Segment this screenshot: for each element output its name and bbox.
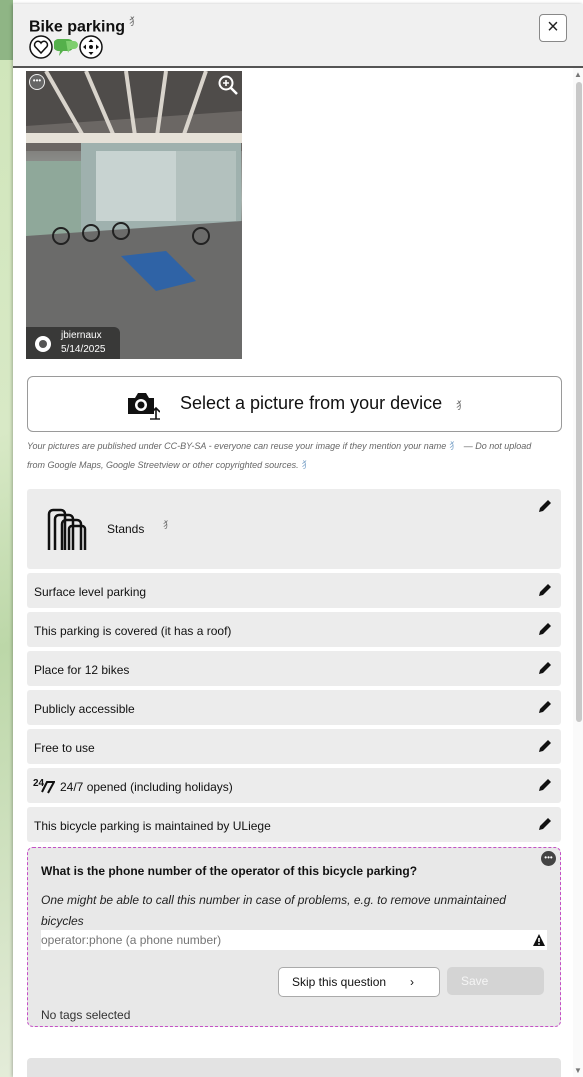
panel-content: ••• jbiernaux 5/14/2025 Select a picture… [13,68,573,1077]
translate-icon[interactable]: ⺨ [449,441,458,451]
attribute-label: Publicly accessible [34,702,135,716]
zoom-in-icon[interactable] [217,74,239,96]
heart-icon[interactable] [29,35,53,59]
license-text: Your pictures are published under CC-BY-… [27,441,447,451]
scrollbar[interactable]: ▲ ▼ [573,68,583,1077]
pencil-icon[interactable] [537,498,553,514]
photo-author: jbiernaux [61,330,102,341]
upload-picture-button[interactable]: Select a picture from your device ⺨ [27,376,562,432]
map-background [0,0,13,1077]
skip-question-button[interactable]: Skip this question › [278,967,440,997]
attribute-row-covered[interactable]: This parking is covered (it has a roof) [27,612,561,647]
attribute-label: This bicycle parking is maintained by UL… [34,819,271,833]
attribute-row-fee[interactable]: Free to use [27,729,561,764]
scroll-down-icon[interactable]: ▼ [574,1066,582,1075]
panel-title: Bike parking ⺨ [29,13,139,36]
skip-label: Skip this question [292,975,387,989]
tags-status: No tags selected [41,1008,131,1022]
pencil-icon[interactable] [537,738,553,754]
header-icons [29,35,103,59]
attribute-label: Place for 12 bikes [34,663,130,677]
pencil-icon[interactable] [537,660,553,676]
question-box: ••• What is the phone number of the oper… [27,847,561,1027]
feature-panel: Bike parking ⺨ × ••• jbiernaux 5/14/2025… [13,4,583,1077]
license-text-2: from Google Maps, Google Streetview or o… [27,460,299,470]
question-options-icon[interactable]: ••• [541,851,556,866]
attribute-label: This parking is covered (it has a roof) [34,624,232,638]
attribute-row-stands[interactable]: Stands ⺨ [27,489,561,569]
pencil-icon[interactable] [537,777,553,793]
translate-icon[interactable]: ⺨ [163,518,172,531]
attribute-row-opening-hours[interactable]: 24 24/7 opened (including holidays) [27,768,561,803]
translate-icon[interactable]: ⺨ [129,17,139,28]
attribute-row-access[interactable]: Publicly accessible [27,690,561,725]
translate-icon[interactable]: ⺨ [302,460,311,470]
photo-options-icon[interactable]: ••• [29,74,45,90]
panoramax-icon [35,336,51,352]
license-notice: Your pictures are published under CC-BY-… [27,437,557,475]
attribute-row-surface[interactable]: Surface level parking [27,573,561,608]
feature-photo[interactable]: ••• jbiernaux 5/14/2025 [26,71,242,359]
phone-input[interactable] [41,930,547,950]
panel-header: Bike parking ⺨ × [13,4,583,68]
pencil-icon[interactable] [537,816,553,832]
attribute-row-operator[interactable]: This bicycle parking is maintained by UL… [27,807,561,842]
chevron-right-icon: › [410,975,414,989]
close-button[interactable]: × [539,14,567,42]
pencil-icon[interactable] [537,621,553,637]
question-title: What is the phone number of the operator… [41,864,418,878]
24-7-icon: 24 [33,778,55,794]
move-icon[interactable] [79,35,103,59]
scroll-up-icon[interactable]: ▲ [574,70,582,79]
save-label: Save [461,974,489,988]
pencil-icon[interactable] [537,699,553,715]
photo-attribution[interactable]: jbiernaux 5/14/2025 [26,327,120,359]
scroll-thumb[interactable] [576,82,582,722]
license-separator: — Do not upload [463,441,532,451]
svg-text:24: 24 [33,778,45,789]
next-card [27,1058,561,1077]
attribute-label: 24/7 opened (including holidays) [60,780,233,794]
attribute-label: Surface level parking [34,585,147,599]
photo-date: 5/14/2025 [61,344,106,355]
bike-stands-icon [47,508,87,550]
pencil-icon[interactable] [537,582,553,598]
question-description: One might be able to call this number in… [41,893,506,928]
attribute-label: Free to use [34,741,95,755]
attribute-row-capacity[interactable]: Place for 12 bikes [27,651,561,686]
warning-icon [533,934,545,946]
camera-upload-icon [128,393,160,420]
speech-bubble-icon[interactable] [54,35,78,59]
translate-icon[interactable]: ⺨ [456,397,466,412]
save-button[interactable]: Save [447,967,544,995]
photo-image [26,71,242,359]
upload-label: Select a picture from your device [180,393,443,413]
attribute-label: Stands [107,522,145,536]
panel-title-text: Bike parking [29,18,126,36]
